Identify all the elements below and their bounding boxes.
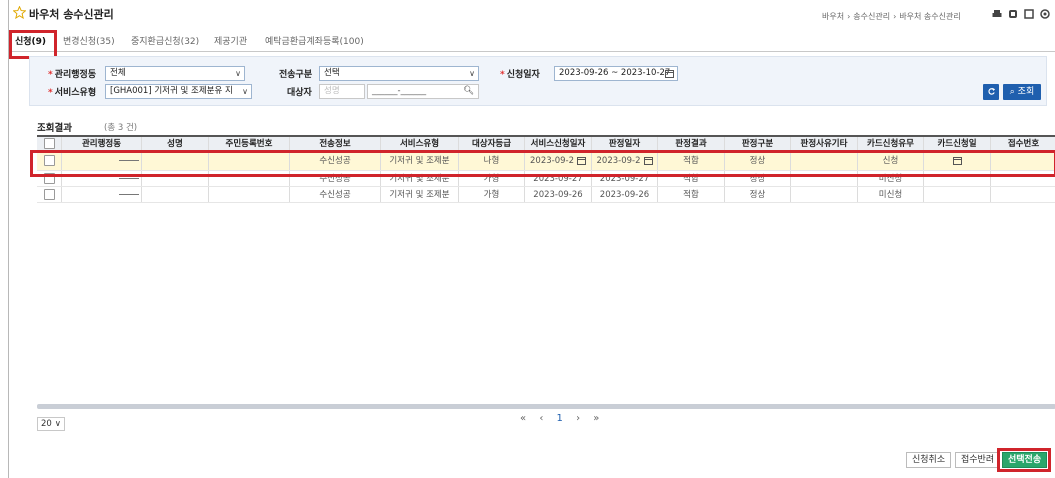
service-type-select[interactable]: [GHA001] 기저귀 및 조제분유 지 ∨ <box>105 84 252 99</box>
highlight-box-send <box>997 448 1051 472</box>
cell-result: 적합 <box>658 187 725 202</box>
print-icon[interactable] <box>992 9 1002 19</box>
col-header[interactable]: 관리행정동 <box>62 137 142 150</box>
favorite-star-icon[interactable] <box>13 6 26 19</box>
apply-date-label: * 신청일자 <box>500 70 540 80</box>
cancel-apply-button[interactable]: 신청취소 <box>906 452 952 468</box>
first-page-button[interactable]: « <box>520 413 526 424</box>
chevron-down-icon: ∨ <box>235 69 241 78</box>
tab-provider[interactable]: 제공기관 <box>214 32 247 52</box>
page-title: 바우처 송수신관리 <box>29 8 114 21</box>
chevron-down-icon: ∨ <box>242 87 248 96</box>
tab-deposit-account[interactable]: 예탁금환급계좌등록(100) <box>265 32 364 52</box>
cell-send: 수신성공 <box>290 187 381 202</box>
col-header[interactable]: 서비스신청일자 <box>525 137 592 150</box>
settings-icon[interactable] <box>1040 9 1050 19</box>
col-header[interactable]: 서비스유형 <box>381 137 459 150</box>
breadcrumb-item[interactable]: 바우처 송수신관리 <box>899 12 960 21</box>
target-name-input[interactable]: 성명 <box>319 84 365 99</box>
highlight-box-row <box>30 150 1055 177</box>
col-header[interactable]: 주민등록번호 <box>209 137 290 150</box>
highlight-box-tab <box>9 30 57 59</box>
page-size-select[interactable]: 20 ∨ <box>37 417 65 431</box>
calendar-icon[interactable] <box>665 67 674 80</box>
cell-card-date <box>924 187 991 202</box>
send-type-label: 전송구분 <box>279 70 313 80</box>
cell-judge-date: 2023-09-26 <box>592 187 658 202</box>
page-number[interactable]: 1 <box>557 413 563 424</box>
cell-name <box>142 187 209 202</box>
apply-date-range-input[interactable]: 2023-09-26 ~ 2023-10-27 <box>554 66 678 81</box>
col-header[interactable]: 판정구분 <box>725 137 791 150</box>
return-receipt-button[interactable]: 접수반려 <box>955 452 1001 468</box>
send-type-select[interactable]: 선택 ∨ <box>319 66 479 81</box>
col-header[interactable]: 판정사유기타 <box>791 137 858 150</box>
search-icon[interactable]: 🔍︎ <box>463 85 474 98</box>
header-select-all[interactable] <box>37 137 62 150</box>
col-header[interactable]: 판정결과 <box>658 137 725 150</box>
last-page-button[interactable]: » <box>593 413 599 424</box>
chevron-down-icon: ∨ <box>54 419 61 429</box>
col-header[interactable]: 카드신청유무 <box>858 137 924 150</box>
search-icon: ⌕ <box>1009 87 1015 97</box>
grid-header: 관리행정동 성명 주민등록번호 전송정보 서비스유형 대상자등급 서비스신청일자… <box>37 137 1055 151</box>
cell-card: 미신청 <box>858 187 924 202</box>
col-header[interactable]: 전송정보 <box>290 137 381 150</box>
window-icon[interactable] <box>1024 9 1034 19</box>
breadcrumb-item[interactable]: 바우처 <box>822 12 844 21</box>
col-header[interactable]: 대상자등급 <box>459 137 525 150</box>
pagination: « ‹ 1 › » <box>520 413 609 424</box>
chevron-down-icon: ∨ <box>469 69 475 78</box>
cell-grade: 가형 <box>459 187 525 202</box>
col-header[interactable]: 카드신청일 <box>924 137 991 150</box>
results-title: 조회결과 <box>37 123 72 134</box>
cell-judge-type: 정상 <box>725 187 791 202</box>
admin-dong-label: * 관리행정동 <box>48 70 97 80</box>
admin-dong-select[interactable]: 전체 ∨ <box>105 66 245 81</box>
search-panel: * 관리행정동 전체 ∨ 전송구분 선택 ∨ * 신청일자 2023-09-26 ~ 2… <box>29 56 1047 106</box>
col-header[interactable]: 접수번호 <box>991 137 1055 150</box>
cell-dong <box>62 187 142 202</box>
cell-service: 기저귀 및 조제분 <box>381 187 459 202</box>
header-icons <box>992 9 1050 19</box>
main-window: 바우처 송수신관리 바우처 › 송수신관리 › 바우처 송수신관리 신청(9) 변경신청… <box>8 0 1055 478</box>
tab-stop-refund[interactable]: 중지환급신청(32) <box>131 32 199 52</box>
col-header[interactable]: 성명 <box>142 137 209 150</box>
tab-change-apply[interactable]: 변경신청(35) <box>63 32 115 52</box>
tab-bar: 신청(9) 변경신청(35) 중지환급신청(32) 제공기관 예탁금환급계좌등록… <box>9 30 1055 52</box>
cell-receipt <box>991 187 1055 202</box>
cell-reason <box>791 187 858 202</box>
next-page-button[interactable]: › <box>576 413 580 424</box>
row-select-cell <box>37 187 62 202</box>
col-header[interactable]: 판정일자 <box>592 137 658 150</box>
bookmark-icon[interactable] <box>1008 9 1018 19</box>
reset-button[interactable] <box>983 84 999 100</box>
prev-page-button[interactable]: ‹ <box>539 413 543 424</box>
row-checkbox[interactable] <box>43 189 55 200</box>
results-count: (총 3 건) <box>104 123 138 133</box>
service-type-label: * 서비스유형 <box>48 88 97 98</box>
cell-apply-date: 2023-09-26 <box>525 187 592 202</box>
target-label: 대상자 <box>287 88 312 98</box>
target-id-input[interactable]: ______-______ 🔍︎ <box>367 84 479 99</box>
cell-rrn <box>209 187 290 202</box>
breadcrumb: 바우처 › 송수신관리 › 바우처 송수신관리 <box>822 12 961 21</box>
breadcrumb-item[interactable]: 송수신관리 <box>853 12 890 21</box>
horizontal-scrollbar[interactable] <box>37 404 1055 409</box>
search-button[interactable]: ⌕ 조회 <box>1003 84 1041 100</box>
select-all-checkbox[interactable] <box>43 138 55 149</box>
table-row[interactable]: 수신성공 기저귀 및 조제분 가형 2023-09-26 2023-09-26 … <box>37 187 1055 203</box>
